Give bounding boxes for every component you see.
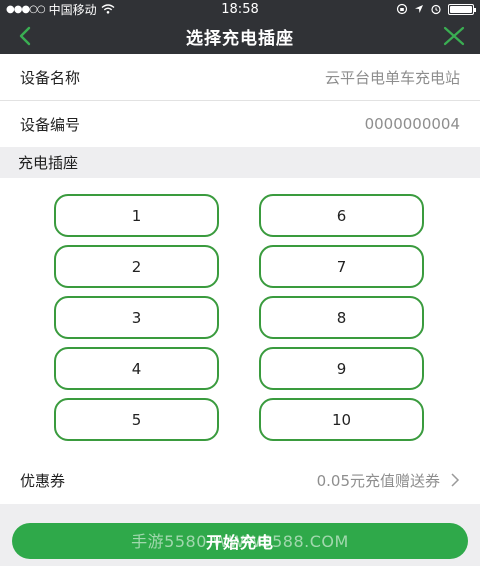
device-name-row: 设备名称 云平台电单车充电站 [0,54,480,100]
coupon-label: 优惠券 [20,471,66,490]
coupon-value: 0.05元充值赠送券 [316,471,440,490]
nav-bar: 选择充电插座 [0,18,480,54]
page-title: 选择充电插座 [186,28,294,49]
socket-button-8[interactable]: 8 [259,296,424,339]
battery-fill [450,5,472,13]
location-arrow-icon [415,5,423,13]
socket-button-10[interactable]: 10 [259,398,424,441]
device-id-value: 0000000004 [364,115,460,133]
socket-button-5[interactable]: 5 [54,398,219,441]
socket-button-3[interactable]: 3 [54,296,219,339]
status-left: ●●●○○ 中国移动 [6,1,115,18]
status-bar: ●●●○○ 中国移动 18:58 [0,0,480,18]
device-id-label: 设备编号 [20,115,81,134]
status-right [396,3,476,15]
start-charging-button[interactable]: 开始充电 [12,523,468,559]
device-id-row: 设备编号 0000000004 [0,101,480,147]
chevron-left-icon[interactable] [14,24,38,48]
socket-panel: 1 2 3 4 5 6 7 8 9 10 [0,178,480,456]
carrier-label: 中国移动 [48,2,97,17]
device-name-label: 设备名称 [20,68,81,87]
wifi-icon [101,4,115,14]
socket-button-1[interactable]: 1 [54,194,219,237]
orientation-lock-icon [396,3,408,15]
alarm-icon [431,4,441,15]
chevron-right-icon [451,473,460,487]
coupon-row[interactable]: 优惠券 0.05元充值赠送券 [0,456,480,504]
battery-icon [448,3,476,15]
socket-section-title: 充电插座 [18,154,79,172]
socket-button-7[interactable]: 7 [259,245,424,288]
close-icon[interactable] [442,24,466,48]
device-name-value: 云平台电单车充电站 [324,68,460,87]
socket-button-2[interactable]: 2 [54,245,219,288]
coupon-value-group: 0.05元充值赠送券 [317,470,460,491]
socket-button-9[interactable]: 9 [259,347,424,390]
signal-strength-icon: ●●●○○ [6,3,46,15]
socket-button-6[interactable]: 6 [259,194,424,237]
socket-button-4[interactable]: 4 [54,347,219,390]
